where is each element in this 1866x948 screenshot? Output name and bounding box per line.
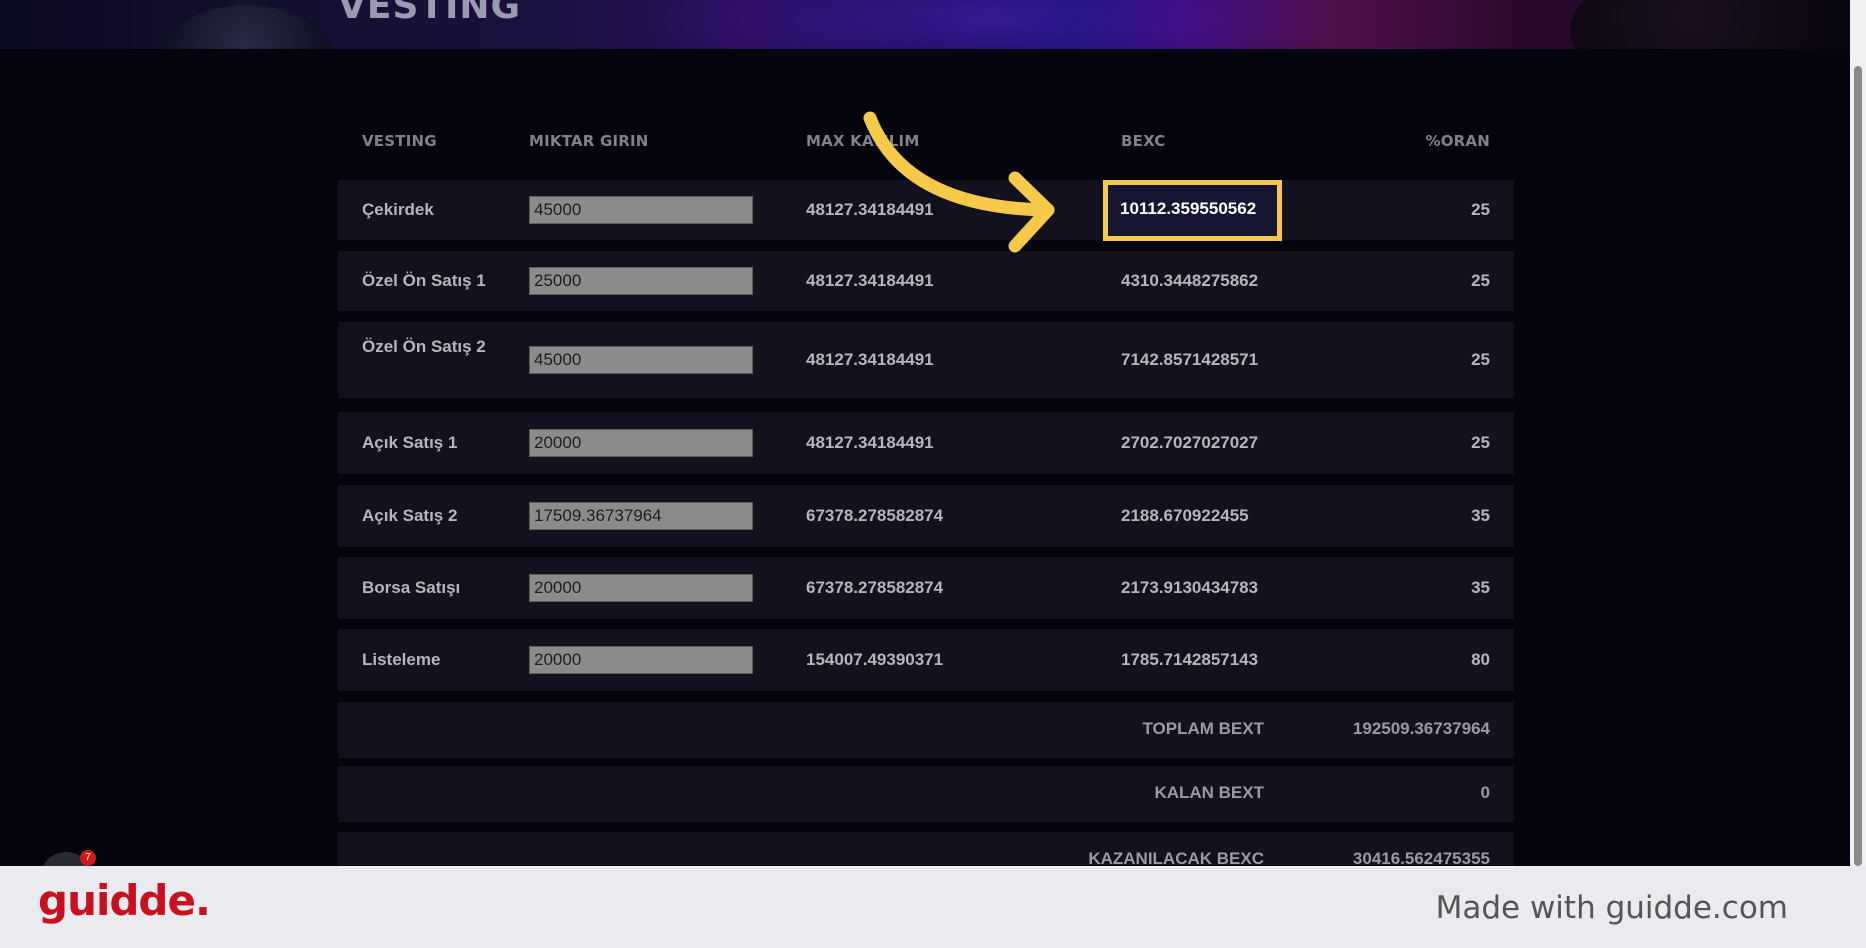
hero-orb-right xyxy=(1570,0,1850,49)
oran-value: 25 xyxy=(1471,271,1490,290)
row-name: Borsa Satışı xyxy=(362,578,461,597)
hero-banner: VESTING xyxy=(0,0,1850,49)
app-viewport: VESTING VESTING MIKTAR GIRIN MAX KATILIM… xyxy=(0,0,1866,866)
row-name: Çekirdek xyxy=(362,200,434,219)
amount-input[interactable] xyxy=(529,502,753,530)
page-title: VESTING xyxy=(338,0,522,27)
guidde-logo: guidde. xyxy=(38,876,211,925)
summary-value: 30416.562475355 xyxy=(1352,849,1490,866)
max-value: 67378.278582874 xyxy=(806,506,944,525)
amount-input[interactable] xyxy=(529,574,753,602)
oran-value: 35 xyxy=(1471,506,1490,525)
summary-row-toplam: TOPLAM BEXT 192509.36737964 xyxy=(338,702,1514,758)
scrollbar-thumb[interactable] xyxy=(1854,66,1862,866)
column-header-vesting: VESTING xyxy=(362,132,437,150)
summary-row-kalan: KALAN BEXT 0 xyxy=(338,766,1514,822)
row-name: Özel Ön Satış 2 xyxy=(362,337,486,356)
table-row: Borsa Satışı 67378.278582874 2173.913043… xyxy=(338,557,1514,619)
notification-count-badge: 7 xyxy=(80,850,96,866)
oran-value: 25 xyxy=(1471,433,1490,452)
oran-value: 25 xyxy=(1471,350,1490,369)
amount-input[interactable] xyxy=(529,429,753,457)
table-row: Özel Ön Satış 1 48127.34184491 4310.3448… xyxy=(338,251,1514,311)
max-value: 48127.34184491 xyxy=(806,271,934,290)
amount-input[interactable] xyxy=(529,646,753,674)
bexc-value-highlighted: 10112.359550562 xyxy=(1120,199,1257,218)
summary-label: KALAN BEXT xyxy=(1154,783,1264,802)
summary-label: KAZANILACAK BEXC xyxy=(1088,849,1264,866)
summary-label: TOPLAM BEXT xyxy=(1142,719,1264,738)
bexc-value: 2188.670922455 xyxy=(1121,506,1249,525)
bexc-value: 2173.9130434783 xyxy=(1121,578,1259,597)
amount-input[interactable] xyxy=(529,196,753,224)
summary-row-kazanilacak: KAZANILACAK BEXC 30416.562475355 xyxy=(338,832,1514,866)
amount-input[interactable] xyxy=(529,346,753,374)
annotation-arrow-icon xyxy=(863,111,1055,253)
bexc-value: 2702.7027027027 xyxy=(1121,433,1259,452)
oran-value: 80 xyxy=(1471,650,1490,669)
column-header-miktar: MIKTAR GIRIN xyxy=(529,132,649,150)
row-name: Açık Satış 1 xyxy=(362,433,458,452)
max-value: 48127.34184491 xyxy=(806,350,934,369)
amount-input[interactable] xyxy=(529,267,753,295)
row-name: Özel Ön Satış 1 xyxy=(362,271,486,290)
table-row: Açık Satış 2 67378.278582874 2188.670922… xyxy=(338,485,1514,547)
table-row: Açık Satış 1 48127.34184491 2702.7027027… xyxy=(338,412,1514,474)
table-row: Listeleme 154007.49390371 1785.714285714… xyxy=(338,629,1514,691)
summary-value: 192509.36737964 xyxy=(1352,719,1490,738)
hero-orb-left xyxy=(150,5,340,49)
max-value: 48127.34184491 xyxy=(806,433,934,452)
summary-value: 0 xyxy=(1480,783,1490,802)
max-value: 154007.49390371 xyxy=(806,650,944,669)
table-row: Özel Ön Satış 2 48127.34184491 7142.8571… xyxy=(338,322,1514,398)
column-header-oran: %ORAN xyxy=(1425,132,1490,150)
oran-value: 25 xyxy=(1471,200,1490,219)
row-name: Listeleme xyxy=(362,650,441,669)
column-header-bexc: BEXC xyxy=(1121,132,1166,150)
max-value: 67378.278582874 xyxy=(806,578,944,597)
bexc-value: 4310.3448275862 xyxy=(1121,271,1259,290)
made-with-text: Made with guidde.com xyxy=(1435,890,1788,926)
bexc-value: 1785.7142857143 xyxy=(1121,650,1259,669)
oran-value: 35 xyxy=(1471,578,1490,597)
hero-glow xyxy=(640,0,1340,49)
row-name: Açık Satış 2 xyxy=(362,506,458,525)
bexc-value: 7142.8571428571 xyxy=(1121,350,1259,369)
